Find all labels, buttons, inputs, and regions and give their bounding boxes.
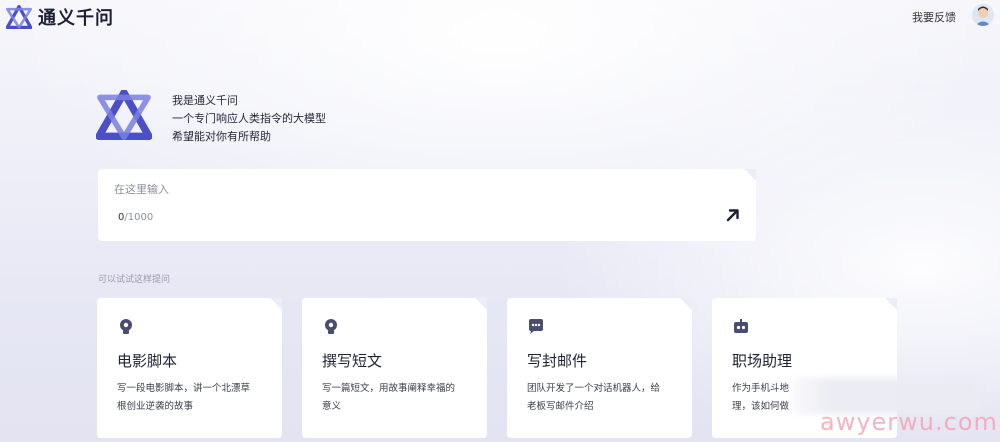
lightbulb-icon bbox=[120, 319, 132, 334]
intro-line-2: 一个专门响应人类指令的大模型 bbox=[172, 112, 326, 125]
card-title: 职场助理 bbox=[732, 352, 793, 370]
card-title: 撰写短文 bbox=[322, 352, 383, 370]
app-name: 通义千问 bbox=[38, 8, 114, 29]
feedback-link[interactable]: 我要反馈 bbox=[912, 9, 956, 25]
card-description: 写一段电影脚本，讲一个北漂草 根创业逆袭的故事 bbox=[117, 380, 267, 416]
suggestion-card-movie-script[interactable]: 电影脚本 写一段电影脚本，讲一个北漂草 根创业逆袭的故事 bbox=[97, 298, 282, 438]
send-arrow-icon[interactable] bbox=[725, 207, 741, 223]
chat-input-placeholder: 在这里输入 bbox=[114, 183, 169, 196]
robot-icon bbox=[734, 319, 748, 333]
lightbulb-icon bbox=[325, 319, 337, 334]
tongyi-large-logo-icon bbox=[96, 90, 152, 140]
chat-input[interactable]: 在这里输入 0/1000 bbox=[98, 169, 756, 241]
header: 通义千问 我要反馈 bbox=[0, 0, 1000, 32]
char-max: /1000 bbox=[124, 212, 154, 223]
tongyi-logo-icon bbox=[6, 5, 32, 29]
watermark: awyerwu.com bbox=[820, 408, 998, 436]
card-desc-line: 意义 bbox=[322, 401, 342, 412]
card-title: 电影脚本 bbox=[117, 352, 178, 370]
card-title: 写封邮件 bbox=[527, 352, 588, 370]
card-desc-line: 根创业逆袭的故事 bbox=[117, 401, 194, 412]
card-desc-line: 团队开发了一个对话机器人，给 bbox=[527, 383, 661, 394]
card-desc-line: 老板写邮件介绍 bbox=[527, 401, 594, 412]
intro-line-1: 我是通义千问 bbox=[172, 94, 238, 107]
user-avatar-icon bbox=[972, 4, 994, 26]
avatar[interactable] bbox=[972, 4, 994, 26]
brand[interactable]: 通义千问 bbox=[6, 4, 114, 30]
card-desc-line: 写一段电影脚本，讲一个北漂草 bbox=[117, 383, 251, 394]
card-desc-line: 写一篇短文，用故事阐释幸福的 bbox=[322, 383, 456, 394]
intro-line-3: 希望能对你有所帮助 bbox=[172, 130, 271, 143]
suggestions-title: 可以试试这样提问 bbox=[98, 275, 171, 285]
card-description: 团队开发了一个对话机器人，给 老板写邮件介绍 bbox=[527, 380, 677, 416]
card-description: 写一篇短文，用故事阐释幸福的 意义 bbox=[322, 380, 472, 416]
suggestion-card-short-essay[interactable]: 撰写短文 写一篇短文，用故事阐释幸福的 意义 bbox=[302, 298, 487, 438]
chat-bubble-icon bbox=[529, 319, 543, 334]
char-counter: 0/1000 bbox=[118, 212, 153, 223]
intro-text: 我是通义千问 一个专门响应人类指令的大模型 希望能对你有所帮助 bbox=[172, 92, 326, 146]
suggestion-card-write-email[interactable]: 写封邮件 团队开发了一个对话机器人，给 老板写邮件介绍 bbox=[507, 298, 692, 438]
